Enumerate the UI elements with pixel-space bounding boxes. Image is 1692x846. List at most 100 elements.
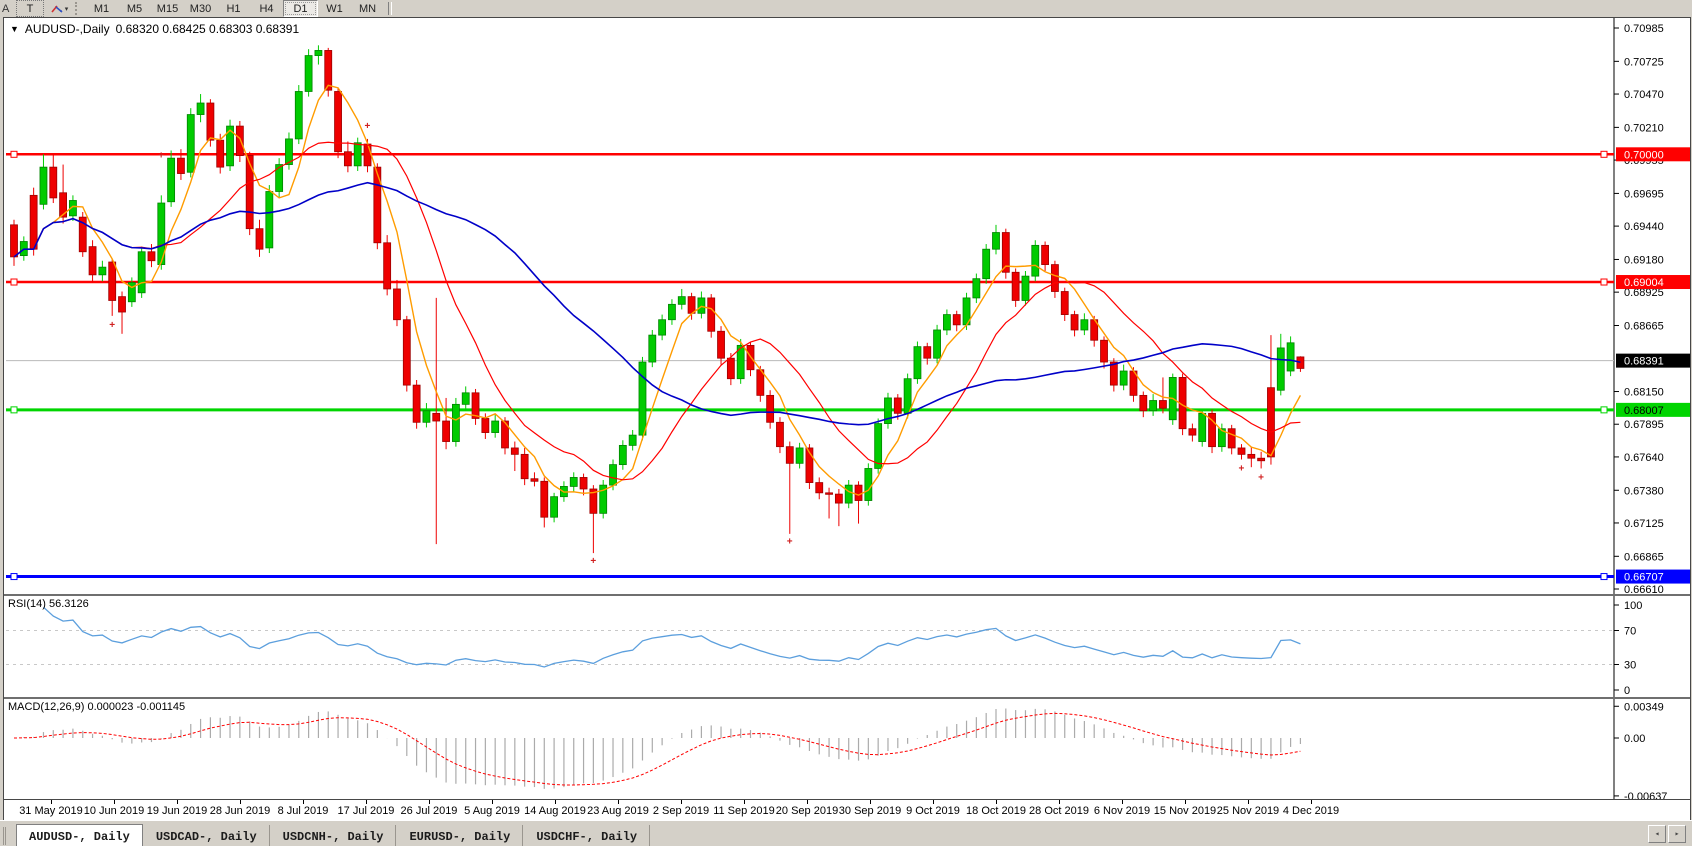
date-tick: [933, 800, 934, 804]
ohlc-values-label: 0.68320 0.68425 0.68303 0.68391: [116, 22, 300, 36]
svg-text:0.68007: 0.68007: [1624, 405, 1664, 417]
clipped-toolbar-icon: A: [0, 3, 14, 15]
svg-text:+: +: [1258, 472, 1264, 483]
tab-scroll-left-button[interactable]: ◂: [1648, 825, 1666, 843]
toolbar-separator: [388, 2, 392, 15]
top-toolbar: A T ▾ M1M5M15M30H1H4D1W1MN: [0, 0, 1692, 17]
chart-tab-eurusd[interactable]: EURUSD-, Daily: [397, 825, 523, 846]
timeframe-button-h4[interactable]: H4: [250, 1, 283, 16]
svg-text:0.70470: 0.70470: [1624, 89, 1664, 101]
date-tick: [114, 800, 115, 804]
svg-text:0: 0: [1624, 685, 1630, 697]
svg-text:100: 100: [1624, 600, 1642, 612]
svg-text:+: +: [109, 320, 115, 331]
text-tool-button[interactable]: T: [16, 0, 44, 17]
macd-signal-line: [14, 713, 1300, 785]
date-label: 4 Dec 2019: [1273, 805, 1349, 817]
svg-text:0.00: 0.00: [1624, 733, 1645, 745]
svg-text:-0.00637: -0.00637: [1624, 791, 1667, 799]
timeframe-button-d1[interactable]: D1: [283, 0, 318, 17]
date-tick: [996, 800, 997, 804]
svg-text:0.67380: 0.67380: [1624, 485, 1664, 497]
timeframe-button-m30[interactable]: M30: [184, 1, 217, 16]
tab-bar-grip[interactable]: [3, 827, 13, 845]
chart-tab-bar: AUDUSD-, DailyUSDCAD-, DailyUSDCNH-, Dai…: [0, 820, 1692, 846]
date-tick: [51, 800, 52, 804]
tab-scroll-controls: ◂ ▸: [1648, 825, 1686, 843]
date-tick: [681, 800, 682, 804]
macd-panel: MACD(12,26,9) 0.000023 -0.001145 0.00349…: [4, 697, 1690, 799]
chart-tab-usdcnh[interactable]: USDCNH-, Daily: [271, 825, 397, 846]
date-tick: [303, 800, 304, 804]
rsi-value: 56.3126: [49, 598, 89, 610]
date-tick: [1122, 800, 1123, 804]
svg-text:0.66707: 0.66707: [1624, 572, 1664, 584]
rsi-name: RSI(14): [8, 598, 46, 610]
timeframe-button-mn[interactable]: MN: [351, 1, 384, 16]
svg-text:0.66865: 0.66865: [1624, 551, 1664, 563]
svg-text:0.69004: 0.69004: [1624, 277, 1664, 289]
tab-scroll-right-button[interactable]: ▸: [1668, 825, 1686, 843]
date-tick: [240, 800, 241, 804]
date-tick: [744, 800, 745, 804]
macd-chart[interactable]: 0.00349 0.00 -0.00637: [4, 699, 1690, 799]
price-chart[interactable]: 0.709850.707250.704700.702100.699550.696…: [4, 18, 1690, 594]
svg-text:0.00349: 0.00349: [1624, 701, 1664, 713]
svg-text:+: +: [158, 151, 164, 162]
chart-tab-usdcad[interactable]: USDCAD-, Daily: [144, 825, 270, 846]
rsi-label: RSI(14) 56.3126: [8, 598, 89, 610]
date-tick: [492, 800, 493, 804]
macd-histogram: [14, 709, 1300, 789]
svg-text:0.67895: 0.67895: [1624, 419, 1664, 431]
moving-average-5: [14, 85, 1300, 495]
svg-text:0.67125: 0.67125: [1624, 518, 1664, 530]
timeframe-button-m5[interactable]: M5: [118, 1, 151, 16]
macd-signal-value: -0.001145: [136, 701, 185, 713]
svg-text:0.66610: 0.66610: [1624, 584, 1664, 594]
macd-axis-labels: 0.00349 0.00 -0.00637: [1614, 701, 1667, 799]
svg-text:0.70725: 0.70725: [1624, 56, 1664, 68]
timeframe-button-w1[interactable]: W1: [318, 1, 351, 16]
date-tick: [1248, 800, 1249, 804]
date-tick: [1311, 800, 1312, 804]
svg-text:0.70000: 0.70000: [1624, 149, 1664, 161]
symbol-dropdown-icon[interactable]: ▼: [10, 24, 19, 34]
rsi-panel: RSI(14) 56.3126 10070300: [4, 594, 1690, 697]
macd-label: MACD(12,26,9) 0.000023 -0.001145: [8, 701, 185, 713]
timeframe-button-m15[interactable]: M15: [151, 1, 184, 16]
svg-text:0.70985: 0.70985: [1624, 23, 1664, 35]
rsi-chart[interactable]: 10070300: [4, 596, 1690, 697]
date-tick: [1059, 800, 1060, 804]
svg-text:+: +: [787, 537, 793, 548]
svg-text:0.67640: 0.67640: [1624, 452, 1664, 464]
chart-tab-usdchf[interactable]: USDCHF-, Daily: [524, 825, 650, 846]
svg-text:0.69440: 0.69440: [1624, 221, 1664, 233]
date-tick: [366, 800, 367, 804]
svg-text:0.69695: 0.69695: [1624, 188, 1664, 200]
svg-text:0.69180: 0.69180: [1624, 254, 1664, 266]
timeframe-button-m1[interactable]: M1: [85, 1, 118, 16]
chart-tab-audusd[interactable]: AUDUSD-, Daily: [16, 824, 143, 846]
timeframe-button-h1[interactable]: H1: [217, 1, 250, 16]
svg-text:30: 30: [1624, 660, 1636, 672]
toolbar-grip[interactable]: [75, 2, 80, 15]
styles-dropdown-button[interactable]: ▾: [46, 1, 72, 16]
date-tick: [177, 800, 178, 804]
svg-text:0.68391: 0.68391: [1624, 356, 1664, 368]
date-tick: [618, 800, 619, 804]
svg-text:0.70210: 0.70210: [1624, 122, 1664, 134]
moving-average-34: [14, 183, 1300, 425]
svg-text:0.68150: 0.68150: [1624, 387, 1664, 399]
price-panel: ▼ AUDUSD-,Daily 0.68320 0.68425 0.68303 …: [4, 18, 1690, 594]
colored-arrows-icon: [50, 3, 64, 15]
tab-list: AUDUSD-, DailyUSDCAD-, DailyUSDCNH-, Dai…: [16, 824, 651, 846]
date-tick: [870, 800, 871, 804]
date-tick: [429, 800, 430, 804]
mt4-terminal: { "toolbar": { "cut_label": "A", "t_butt…: [0, 0, 1692, 845]
date-tick: [1185, 800, 1186, 804]
date-tick: [555, 800, 556, 804]
date-axis[interactable]: 31 May 201910 Jun 201919 Jun 201928 Jun …: [4, 799, 1690, 820]
dropdown-caret-icon: ▾: [65, 5, 69, 13]
macd-main-value: 0.000023: [87, 701, 133, 713]
timeframe-button-group: M1M5M15M30H1H4D1W1MN: [85, 0, 384, 17]
